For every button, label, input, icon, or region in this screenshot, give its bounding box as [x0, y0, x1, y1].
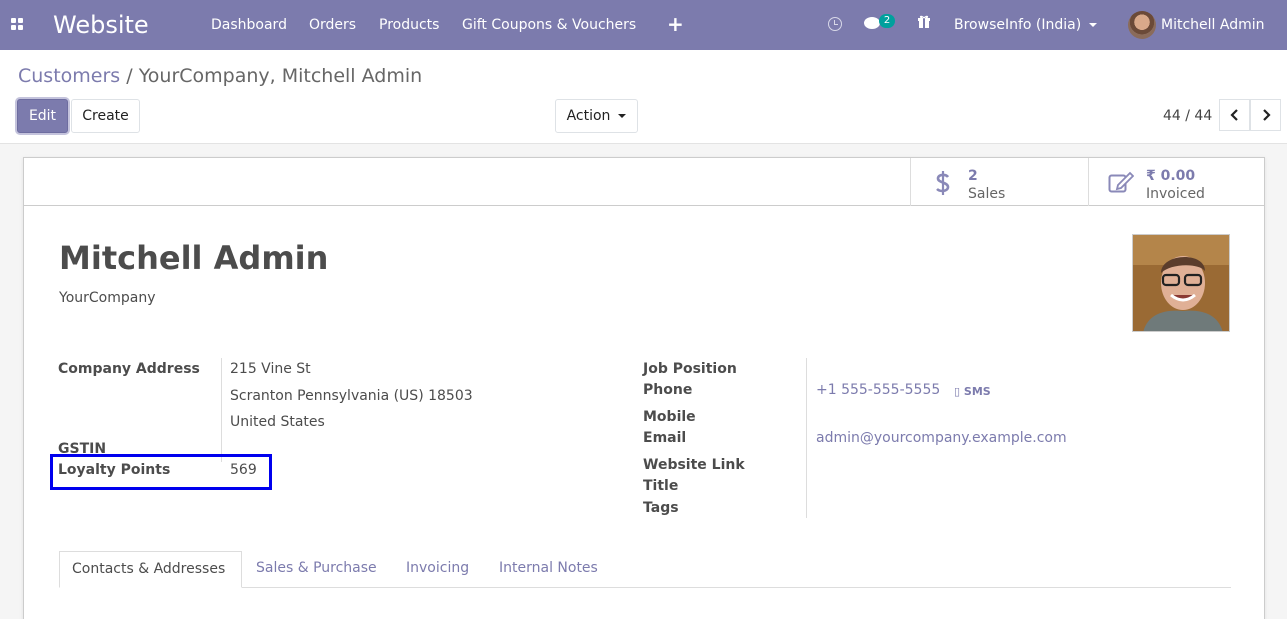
job-position-label: Job Position	[643, 361, 737, 377]
website-link-label: Website Link	[643, 457, 745, 473]
tab-contacts-addresses[interactable]: Contacts & Addresses	[59, 551, 242, 588]
sales-count: 2	[968, 168, 978, 184]
chevron-left-icon	[1230, 109, 1238, 121]
invoiced-amount: ₹ 0.00	[1146, 168, 1196, 184]
loyalty-points-highlight	[50, 454, 272, 490]
sales-label: Sales	[968, 186, 1006, 202]
chevron-down-icon	[1089, 23, 1098, 27]
dollar-icon	[936, 171, 950, 195]
action-label: Action	[566, 108, 611, 124]
edit-icon	[1108, 171, 1134, 193]
email-value[interactable]: admin@yourcompany.example.com	[816, 429, 1067, 447]
menu-dashboard[interactable]: Dashboard	[211, 16, 287, 34]
parent-company[interactable]: YourCompany	[59, 289, 156, 307]
tab-sales-purchase[interactable]: Sales & Purchase	[256, 551, 377, 588]
email-label: Email	[643, 430, 687, 446]
user-menu[interactable]: Mitchell Admin	[1161, 16, 1265, 34]
invoiced-label: Invoiced	[1146, 186, 1205, 202]
chat-count-badge: 2	[879, 14, 895, 28]
breadcrumb-current: YourCompany, Mitchell Admin	[138, 65, 423, 87]
tags-label: Tags	[643, 500, 679, 516]
app-title[interactable]: Website	[53, 10, 149, 40]
form-sheet: 2 Sales ₹ 0.00 Invoiced Mitchell Admin Y…	[23, 157, 1265, 619]
menu-products[interactable]: Products	[379, 16, 439, 34]
label-divider	[221, 358, 222, 462]
address-country[interactable]: United States	[230, 413, 325, 431]
mobile-icon: ▯	[954, 385, 961, 398]
user-avatar[interactable]	[1128, 11, 1156, 39]
apps-menu-icon[interactable]	[11, 18, 24, 31]
partner-avatar-photo[interactable]	[1132, 234, 1230, 332]
chat-bubble-icon[interactable]	[864, 17, 880, 29]
smart-button-box: 2 Sales ₹ 0.00 Invoiced	[24, 158, 1264, 206]
menu-gift-coupons[interactable]: Gift Coupons & Vouchers	[462, 16, 636, 34]
pager-value[interactable]: 44 / 44	[1163, 107, 1212, 125]
edit-button[interactable]: Edit	[17, 99, 68, 133]
sales-smart-button[interactable]: 2 Sales	[910, 158, 1088, 206]
chevron-right-icon	[1263, 109, 1271, 121]
add-menu-icon[interactable]: +	[667, 12, 684, 36]
phone-label: Phone	[643, 382, 693, 398]
pager-previous-button[interactable]	[1219, 99, 1250, 131]
breadcrumb-separator: /	[126, 65, 133, 87]
top-navbar: Website Dashboard Orders Products Gift C…	[0, 0, 1287, 50]
activity-clock-icon[interactable]	[828, 17, 842, 31]
partner-name[interactable]: Mitchell Admin	[59, 239, 328, 277]
action-dropdown[interactable]: Action	[555, 99, 638, 133]
title-label: Title	[643, 478, 679, 494]
breadcrumb-customers[interactable]: Customers	[18, 65, 120, 87]
menu-orders[interactable]: Orders	[309, 16, 356, 34]
label-divider	[806, 358, 807, 518]
tab-internal-notes[interactable]: Internal Notes	[499, 551, 598, 588]
breadcrumb: Customers / YourCompany, Mitchell Admin	[18, 64, 422, 88]
invoiced-smart-button[interactable]: ₹ 0.00 Invoiced	[1088, 158, 1264, 206]
address-street[interactable]: 215 Vine St	[230, 360, 311, 378]
company-switcher[interactable]: BrowseInfo (India)	[954, 16, 1098, 34]
create-button[interactable]: Create	[71, 99, 140, 133]
pager-next-button[interactable]	[1250, 99, 1281, 131]
gift-icon[interactable]	[918, 15, 930, 34]
chevron-down-icon	[618, 114, 627, 118]
company-name: BrowseInfo (India)	[954, 17, 1082, 33]
notebook-tabs: Contacts & Addresses Sales & Purchase In…	[59, 551, 1231, 588]
address-city-line[interactable]: Scranton Pennsylvania (US) 18503	[230, 387, 473, 405]
sms-label: SMS	[963, 385, 991, 398]
phone-value[interactable]: +1 555-555-5555	[816, 381, 940, 399]
company-address-label: Company Address	[58, 361, 200, 377]
tab-invoicing[interactable]: Invoicing	[406, 551, 469, 588]
mobile-label: Mobile	[643, 409, 696, 425]
sms-button[interactable]: ▯ SMS	[954, 383, 991, 401]
